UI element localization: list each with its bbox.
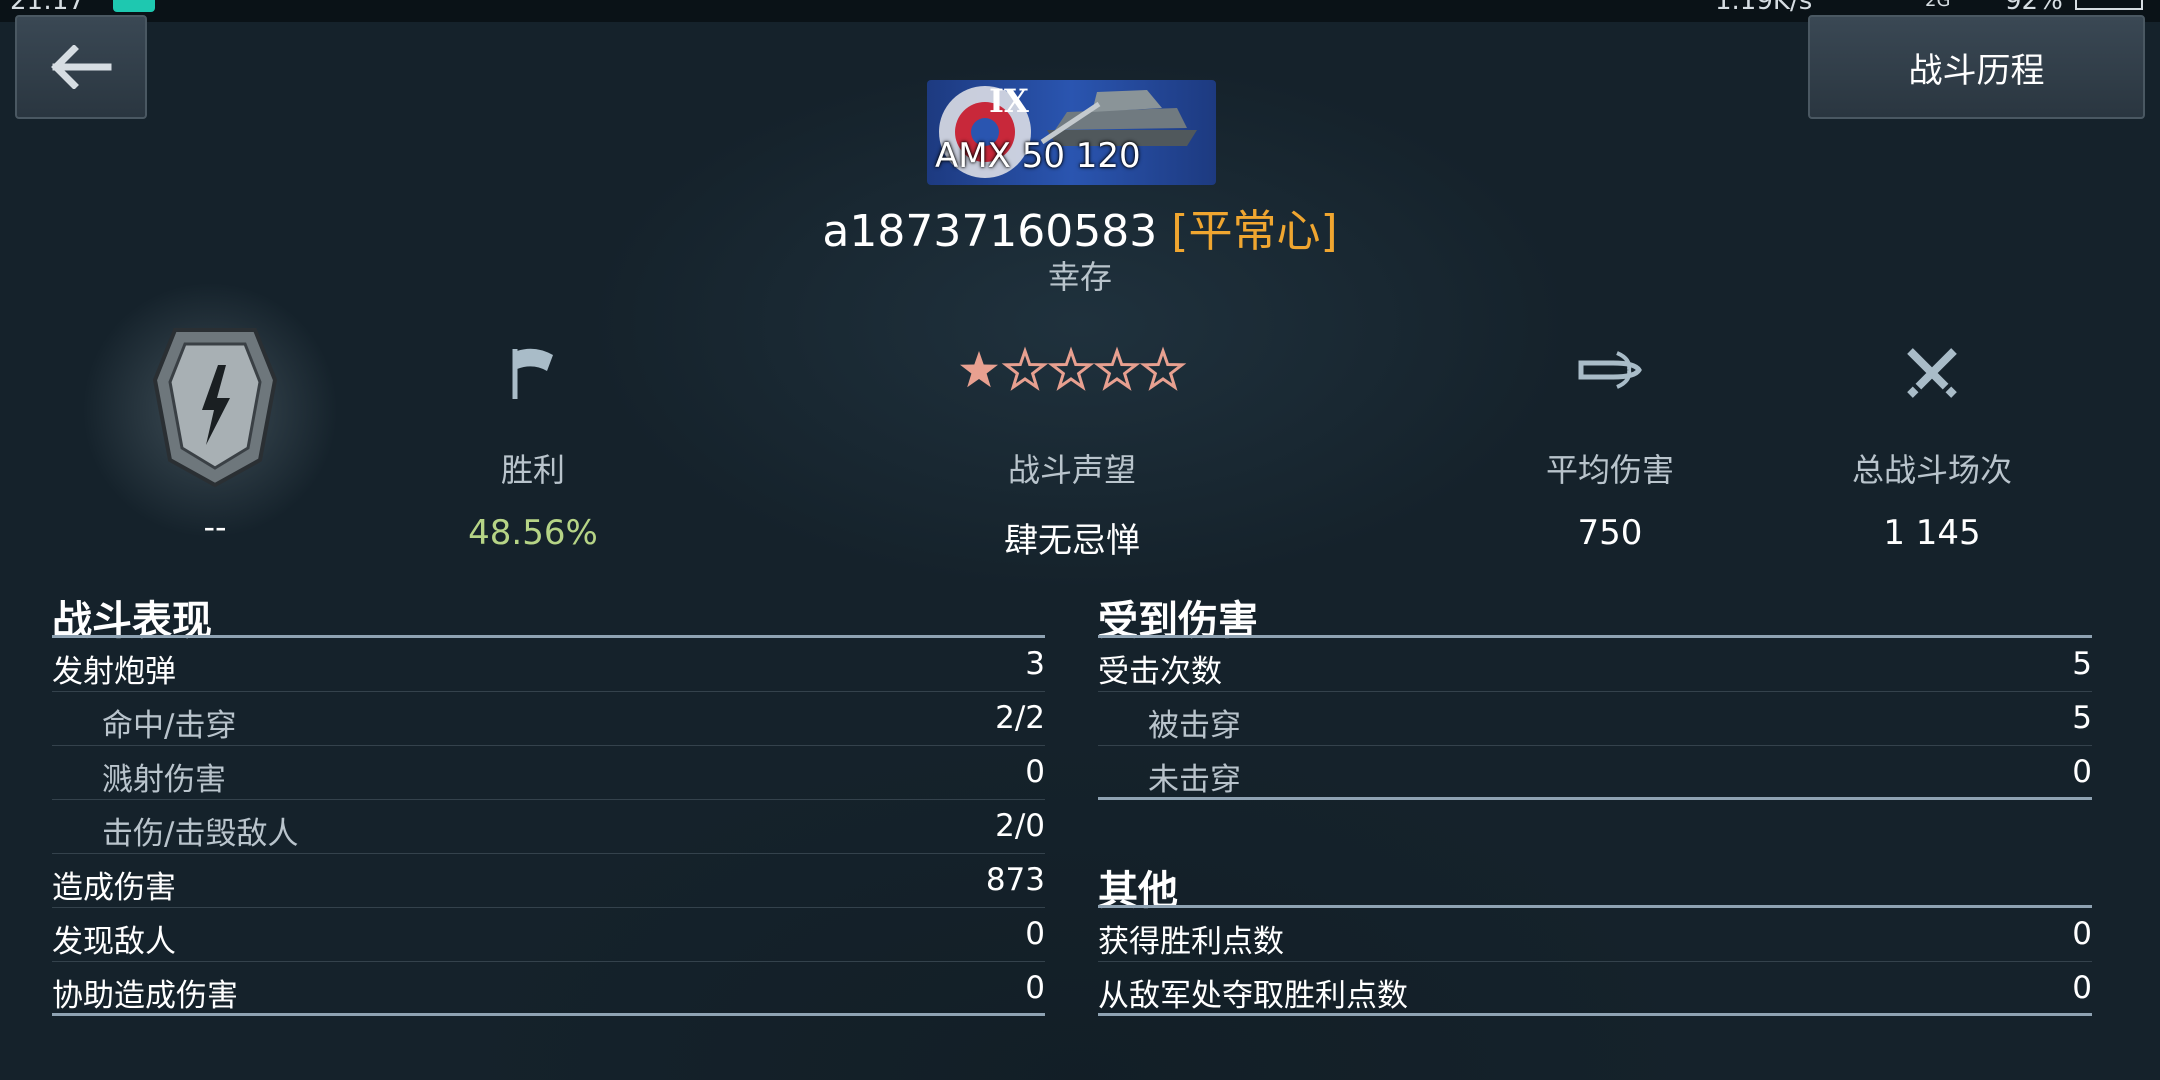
- stat-row: 发现敌人 0: [52, 908, 1045, 962]
- back-button[interactable]: [15, 15, 147, 119]
- stat-row-label: 被击穿: [1148, 708, 1241, 744]
- stat-row-label: 发射炮弹: [52, 654, 176, 690]
- stat-row-value: 2/0: [995, 808, 1045, 844]
- stat-row-value: 0: [2072, 916, 2092, 952]
- stat-row-value: 0: [1025, 916, 1045, 952]
- stat-row-label: 造成伤害: [52, 870, 176, 906]
- flag-icon: [512, 348, 553, 399]
- stat-row-label: 命中/击穿: [102, 708, 237, 744]
- stat-row-label: 发现敌人: [52, 924, 176, 960]
- stat-row-value: 5: [2072, 700, 2092, 736]
- stat-row: 未击穿 0: [1098, 746, 2092, 800]
- crossed-swords-icon: [1907, 348, 1957, 398]
- stat-row: 协助造成伤害 0: [52, 962, 1045, 1016]
- status-battery-text: 92%: [2005, 0, 2063, 16]
- stat-row-value: 2/2: [995, 700, 1045, 736]
- battle-history-button[interactable]: 战斗历程: [1808, 15, 2145, 119]
- status-time: 21:17: [10, 0, 85, 16]
- stat-row-value: 0: [2072, 970, 2092, 1006]
- tank-card: IX AMX 50 120: [927, 80, 1216, 185]
- tank-name: AMX 50 120: [935, 136, 1141, 176]
- stat-row-value: 0: [1025, 970, 1045, 1006]
- mastery-value: --: [203, 508, 227, 546]
- shell-damage-icon: [1578, 351, 1642, 389]
- star-empty-icon: [1139, 346, 1187, 391]
- stat-row-label: 受击次数: [1098, 654, 1222, 690]
- stat-row: 从敌军处夺取胜利点数 0: [1098, 962, 2092, 1016]
- reputation-label: 战斗声望: [1007, 451, 1136, 489]
- stat-row: 被击穿 5: [1098, 692, 2092, 746]
- stat-row-value: 5: [2072, 646, 2092, 682]
- star-empty-icon: [1001, 346, 1049, 391]
- player-name: a18737160583: [822, 206, 1158, 257]
- reputation-stars-icon: [960, 346, 1187, 391]
- stat-row-value: 873: [985, 862, 1045, 898]
- stat-row: 命中/击穿 2/2: [52, 692, 1045, 746]
- battery-icon: [2075, 0, 2143, 10]
- total-battles-label: 总战斗场次: [1851, 451, 2012, 489]
- stat-row: 受击次数 5: [1098, 638, 2092, 692]
- player-line: a18737160583 [平常心]: [0, 195, 2160, 259]
- stat-row-label: 获得胜利点数: [1098, 924, 1284, 960]
- stat-row: 获得胜利点数 0: [1098, 908, 2092, 962]
- stat-row-value: 3: [1025, 646, 1045, 682]
- stat-row-label: 未击穿: [1148, 762, 1241, 798]
- stat-row-value: 0: [1025, 754, 1045, 790]
- mastery-badge-icon: [152, 328, 278, 488]
- star-empty-icon: [1093, 346, 1141, 391]
- stat-row-label: 溅射伤害: [102, 762, 226, 798]
- stat-row: 发射炮弹 3: [52, 638, 1045, 692]
- reputation-value: 肆无忌惮: [1004, 521, 1140, 561]
- notification-badge: [113, 0, 155, 12]
- star-filled-icon: [960, 351, 998, 388]
- stat-row: 击伤/击毁敌人 2/0: [52, 800, 1045, 854]
- stat-row-label: 从敌军处夺取胜利点数: [1098, 978, 1408, 1014]
- avg-damage-label: 平均伤害: [1545, 451, 1674, 489]
- tank-tier: IX: [989, 82, 1029, 120]
- status-net-speed: 1.19K/s: [1715, 0, 1813, 16]
- star-empty-icon: [1047, 346, 1095, 391]
- total-battles-value: 1 145: [1883, 513, 1981, 553]
- stat-row: 溅射伤害 0: [52, 746, 1045, 800]
- win-rate-value: 48.56%: [468, 513, 598, 553]
- avg-damage-value: 750: [1577, 513, 1643, 553]
- player-clan: [平常心]: [1171, 206, 1338, 257]
- back-arrow-icon: [51, 45, 112, 89]
- win-rate-label: 胜利: [500, 451, 565, 489]
- stat-row-value: 0: [2072, 754, 2092, 790]
- stat-row-label: 协助造成伤害: [52, 978, 238, 1014]
- status-signal: 2G: [1925, 0, 1951, 11]
- stat-row: 造成伤害 873: [52, 854, 1045, 908]
- stat-row-label: 击伤/击毁敌人: [102, 816, 299, 852]
